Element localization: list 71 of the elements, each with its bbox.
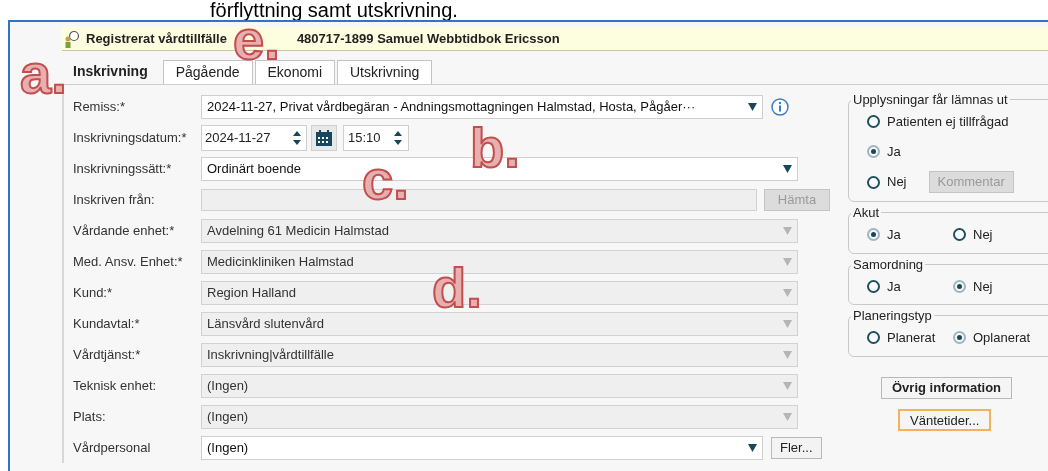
- action-button[interactable]: Fler...: [771, 436, 822, 459]
- dropdown-field[interactable]: 2024-11-27, Privat vårdbegäran - Andningsmottagningen Halmstad, Hosta, Pågåer···: [201, 94, 763, 119]
- radio-label: Ja: [887, 226, 901, 244]
- field-label: Vårdpersonal: [73, 438, 152, 457]
- dropdown-value: Avdelning 61 Medicin Halmstad: [207, 221, 389, 240]
- dropdown-arrow-icon: [783, 226, 792, 235]
- tab[interactable]: Pågående: [162, 60, 253, 84]
- radio-label: Patienten ej tillfrågad: [887, 113, 1009, 131]
- field-label: Kundavtal:*: [73, 314, 141, 333]
- dropdown-value: Region Halland: [207, 283, 296, 302]
- dropdown-value: 2024-11-27, Privat vårdbegäran - Andningsmottagningen Halmstad, Hosta, Pågåer···: [207, 97, 696, 116]
- time-field[interactable]: 15:10: [343, 124, 409, 151]
- dropdown-value: Medicinkliniken Halmstad: [207, 252, 354, 271]
- tab[interactable]: Utskrivning: [337, 60, 433, 84]
- dropdown-arrow-icon: [783, 381, 792, 390]
- radio-label: Nej: [887, 173, 907, 192]
- calendar-icon[interactable]: [311, 124, 337, 151]
- dropdown-arrow-icon: [783, 319, 792, 328]
- radio-label: Ja: [887, 277, 901, 296]
- field-label: Inskriven från:: [73, 190, 156, 209]
- radio-button[interactable]: [953, 228, 966, 242]
- dropdown-arrow-icon: [783, 288, 792, 297]
- field-label: Med. Ansv. Enhet:*: [73, 252, 184, 271]
- radio-button[interactable]: [867, 144, 880, 158]
- field-label: Vårdtjänst:*: [73, 345, 142, 364]
- patient-info: 480717-1899 Samuel Webbtidbok Ericsson: [296, 29, 560, 48]
- field-label: Inskrivningsdatum:*: [73, 128, 188, 147]
- dropdown-arrow-icon: [783, 350, 792, 359]
- time-value: 15:10: [348, 128, 381, 147]
- dropdown-value: (Ingen): [207, 438, 249, 457]
- field-label: Vårdande enhet:*: [73, 221, 176, 240]
- dropdown-arrow-icon: [783, 164, 792, 173]
- spinner-icon[interactable]: [394, 130, 402, 145]
- group-title: Upplysningar får lämnas ut: [851, 90, 1010, 110]
- header-title: Registrerat vårdtillfälle: [86, 29, 227, 48]
- dropdown-value: Ordinärt boende: [207, 159, 301, 178]
- radio-button[interactable]: [867, 331, 880, 345]
- radio-button[interactable]: [953, 331, 966, 345]
- dropdown-value: Länsvård slutenvård: [207, 314, 325, 333]
- date-value: 2024-11-27: [205, 128, 271, 147]
- radio-label: Nej: [973, 226, 993, 244]
- field-label: Kund:*: [73, 283, 114, 302]
- dropdown-arrow-icon: [748, 443, 757, 452]
- info-icon[interactable]: [771, 97, 789, 116]
- field-label: Teknisk enhet:: [73, 376, 158, 395]
- dropdown-arrow-icon: [783, 257, 792, 266]
- radio-button[interactable]: [867, 175, 880, 189]
- radio-button[interactable]: [867, 228, 880, 242]
- person-search-icon: [64, 29, 80, 48]
- dropdown-arrow-icon: [783, 412, 792, 421]
- tab[interactable]: Ekonomi: [254, 60, 335, 84]
- dropdown-value: (Ingen): [207, 376, 249, 395]
- field-label: Remiss:*: [73, 97, 126, 116]
- radio-button[interactable]: [867, 115, 880, 129]
- caption-text: förflyttning samt utskrivning.: [210, 0, 458, 20]
- radio-label: Nej: [973, 277, 993, 296]
- field-label: Inskrivningssätt:*: [73, 159, 173, 178]
- date-field[interactable]: 2024-11-27: [201, 124, 307, 151]
- radio-label: Planerat: [887, 329, 936, 347]
- dropdown-field[interactable]: (Ingen): [201, 435, 763, 460]
- radio-button[interactable]: [867, 279, 880, 293]
- radio-button[interactable]: [953, 279, 966, 293]
- dropdown-arrow-icon: [748, 102, 757, 111]
- radio-label: Ja: [887, 142, 901, 161]
- field-label: Plats:: [73, 407, 107, 426]
- action-button[interactable]: Övrig information: [881, 376, 1013, 399]
- spinner-icon[interactable]: [293, 130, 301, 145]
- dropdown-value: Inskrivning|vårdtillfälle: [207, 345, 334, 364]
- radio-label: Oplanerat: [973, 329, 1031, 347]
- dropdown-value: (Ingen): [207, 407, 249, 426]
- action-button[interactable]: Väntetider...: [898, 408, 992, 431]
